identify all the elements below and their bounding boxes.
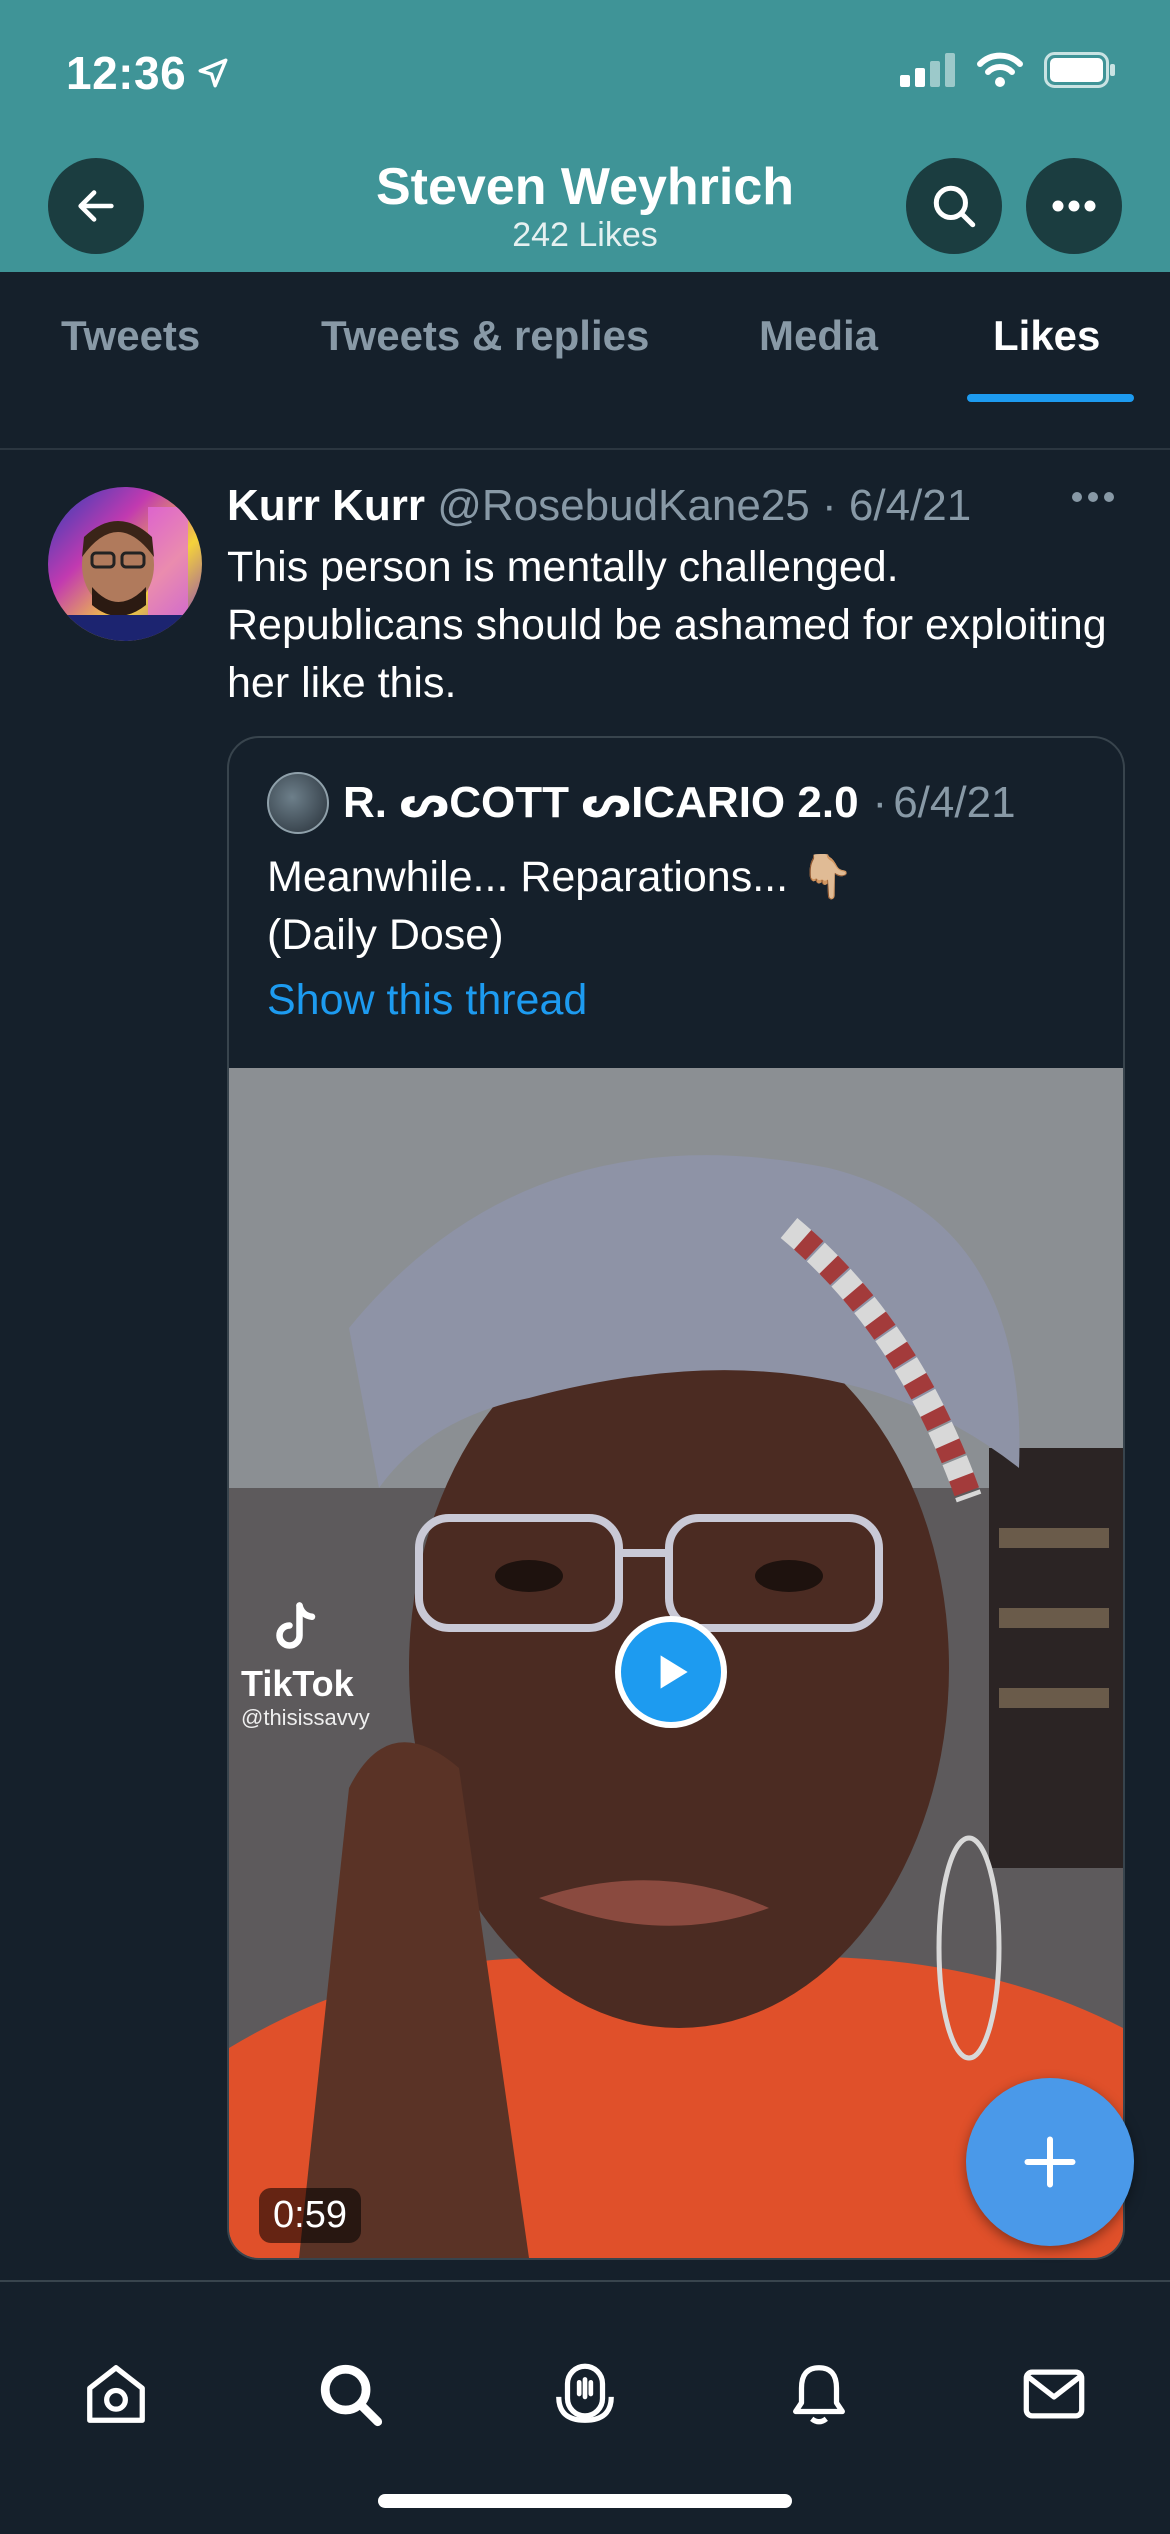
profile-header: 12:36 Steven Weyhrich 242 Likes (0, 0, 1170, 272)
search-icon (933, 185, 976, 228)
quoted-date-sep: · (872, 778, 888, 827)
nav-spaces[interactable] (545, 2354, 625, 2434)
wifi-icon (977, 52, 1023, 87)
messages-icon (1023, 2369, 1085, 2419)
nav-notifications[interactable] (779, 2354, 859, 2434)
play-icon (660, 1655, 688, 1689)
quoted-tweet-header: R. ᔕCOTT ᔕICARIO 2.0 · 6/4/21 (267, 772, 1016, 834)
tab-likes[interactable]: Likes (993, 312, 1100, 360)
tiktok-name: TikTok (241, 1663, 354, 1704)
status-icons (900, 52, 1116, 88)
tweet-more-button[interactable] (1070, 490, 1116, 509)
avatar[interactable] (48, 487, 202, 641)
nav-messages[interactable] (1014, 2354, 1094, 2434)
quoted-text-line: Meanwhile... Reparations... 👇🏼 (267, 853, 854, 901)
quoted-author-name: R. ᔕCOTT ᔕICARIO 2.0 (343, 778, 859, 827)
more-button[interactable] (1026, 158, 1122, 254)
author-name[interactable]: Kurr Kurr (227, 481, 425, 530)
nav-home[interactable] (76, 2354, 156, 2434)
tweet-header: Kurr Kurr @RosebudKane25 · 6/4/21 (227, 478, 971, 534)
profile-tabs: Tweets Tweets & replies Media Likes (0, 272, 1170, 406)
video-thumbnail[interactable]: TikTok @thisissavvy 0:59 (229, 1068, 1123, 2258)
compose-tweet-button[interactable] (966, 2078, 1134, 2246)
search-button[interactable] (906, 158, 1002, 254)
quoted-text-line: (Daily Dose) (267, 911, 504, 959)
quoted-avatar (267, 772, 329, 834)
battery-icon (1044, 52, 1115, 88)
tab-media[interactable]: Media (759, 312, 878, 360)
active-tab-indicator (967, 394, 1134, 402)
tweet-date[interactable]: 6/4/21 (849, 481, 971, 530)
avatar-image (48, 487, 202, 641)
home-indicator (378, 2494, 792, 2508)
clock-text: 12:36 (66, 47, 187, 99)
more-horizontal-icon (1072, 492, 1114, 502)
previous-tweet-edge (0, 404, 1170, 450)
nav-search[interactable] (310, 2354, 390, 2434)
dot-separator: · (809, 481, 849, 530)
tiktok-logo-icon (276, 1602, 316, 1649)
location-arrow-icon (198, 58, 228, 88)
notifications-icon (793, 2365, 845, 2425)
play-button[interactable] (615, 1616, 727, 1728)
spaces-icon (556, 2363, 614, 2423)
author-handle[interactable]: @RosebudKane25 (437, 481, 810, 530)
video-duration: 0:59 (259, 2188, 361, 2243)
tweet-text: This person is mentally challenged. Repu… (227, 543, 1107, 707)
tiktok-watermark: TikTok @thisissavvy (241, 1598, 370, 1731)
status-time: 12:36 (66, 46, 230, 100)
plus-icon (1024, 2136, 1076, 2188)
tab-tweets[interactable]: Tweets (61, 312, 200, 360)
show-thread-link[interactable]: Show this thread (267, 976, 587, 1025)
tiktok-handle: @thisissavvy (241, 1705, 370, 1730)
more-horizontal-icon (1052, 200, 1096, 212)
cellular-signal-icon (900, 53, 955, 87)
tab-tweets-replies[interactable]: Tweets & replies (321, 312, 649, 360)
quoted-date: 6/4/21 (893, 778, 1016, 827)
quoted-tweet-text: Meanwhile... Reparations... 👇🏼 (Daily Do… (267, 848, 1087, 964)
search-icon (320, 2364, 383, 2427)
quoted-tweet[interactable]: R. ᔕCOTT ᔕICARIO 2.0 · 6/4/21 Meanwhile.… (227, 736, 1125, 2260)
home-icon (87, 2365, 145, 2423)
